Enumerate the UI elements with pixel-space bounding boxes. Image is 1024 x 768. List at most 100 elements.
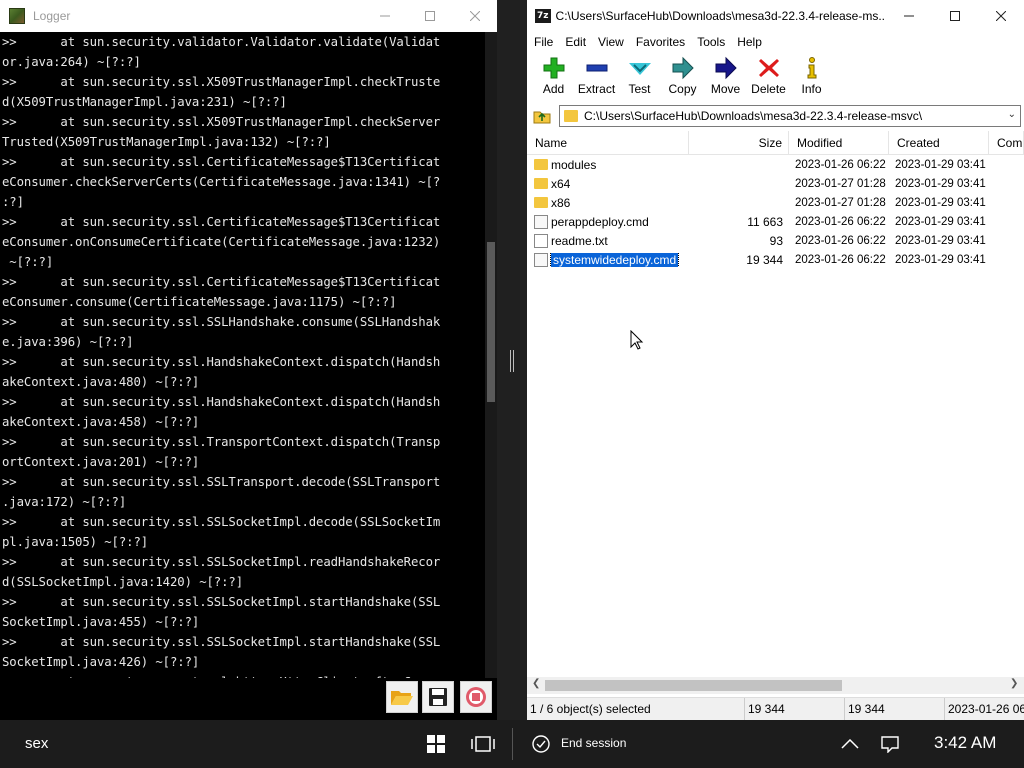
save-icon xyxy=(429,688,447,706)
up-folder-button[interactable] xyxy=(531,105,553,127)
log-line: >> at sun.security.ssl.SSLSocketImpl.dec… xyxy=(2,515,441,529)
log-line: >> at sun.security.ssl.HandshakeContext.… xyxy=(2,395,441,409)
log-line: ~[?:?] xyxy=(2,255,54,269)
chevron-down-icon[interactable]: ⌄ xyxy=(1008,109,1016,120)
hscroll-thumb[interactable] xyxy=(545,680,842,691)
log-line: eConsumer.consume(CertificateMessage.jav… xyxy=(2,295,397,309)
start-button[interactable] xyxy=(424,732,448,756)
column-created[interactable]: Created xyxy=(889,131,989,155)
console-scroll-thumb[interactable] xyxy=(487,242,495,402)
stop-icon xyxy=(466,687,486,707)
move-button[interactable]: Move xyxy=(704,56,747,102)
folder-icon xyxy=(534,178,548,189)
delete-x-icon xyxy=(758,59,779,77)
log-console[interactable]: >> at sun.security.validator.Validator.v… xyxy=(0,32,485,678)
file-row[interactable]: perappdeploy.cmd 11 663 2023-01-26 06:22 20… xyxy=(527,212,1024,231)
delete-button[interactable]: Delete xyxy=(747,56,790,102)
info-button[interactable]: Info xyxy=(790,56,833,102)
path-combobox[interactable]: C:\Users\SurfaceHub\Downloads\mesa3d-22.… xyxy=(559,105,1021,127)
menu-help[interactable]: Help xyxy=(731,35,768,49)
file-modified: 2023-01-26 06:22 xyxy=(795,234,886,247)
task-view-icon xyxy=(471,736,495,752)
log-line: akeContext.java:458) ~[?:?] xyxy=(2,415,200,429)
column-comment[interactable]: Com xyxy=(989,131,1024,155)
close-icon xyxy=(996,11,1006,21)
menu-tools[interactable]: Tools xyxy=(691,35,731,49)
file-list-hscrollbar[interactable]: ❮ ❯ xyxy=(527,677,1024,694)
open-folder-button[interactable] xyxy=(386,681,418,713)
move-arrow-icon xyxy=(715,56,737,80)
user-name[interactable]: sex xyxy=(25,735,48,752)
menu-view[interactable]: View xyxy=(592,35,630,49)
folder-icon xyxy=(564,110,578,122)
stop-button[interactable] xyxy=(460,681,492,713)
file-name-cell: perappdeploy.cmd xyxy=(527,214,689,229)
file-row[interactable]: systemwidedeploy.cmd 19 344 2023-01-26 06:… xyxy=(527,250,1024,269)
file-modified: 2023-01-26 06:22 xyxy=(795,253,886,266)
maximize-button[interactable] xyxy=(932,0,978,32)
close-button[interactable] xyxy=(978,0,1024,32)
log-line: >> at sun.security.ssl.X509TrustManagerI… xyxy=(2,115,441,129)
logger-toolbar xyxy=(0,678,497,720)
logger-titlebar[interactable]: Logger xyxy=(0,0,497,32)
close-icon xyxy=(469,11,480,21)
file-row[interactable]: readme.txt 93 2023-01-26 06:22 2023-01-29 0… xyxy=(527,231,1024,250)
taskbar: sex End session 3:42 AM xyxy=(0,720,1024,768)
status-date: 2023-01-26 06: xyxy=(948,701,1024,716)
minimize-button[interactable] xyxy=(886,0,932,32)
splitter-grip-icon[interactable] xyxy=(510,350,514,372)
column-size[interactable]: Size xyxy=(689,131,789,155)
file-row[interactable]: x64 2023-01-27 01:28 2023-01-29 03:41 xyxy=(527,174,1024,193)
scroll-right-icon[interactable]: ❯ xyxy=(1010,678,1018,689)
log-line: SocketImpl.java:426) ~[?:?] xyxy=(2,655,200,669)
console-scrollbar[interactable] xyxy=(485,32,497,678)
column-modified[interactable]: Modified xyxy=(789,131,889,155)
add-button[interactable]: Add xyxy=(532,56,575,102)
file-list[interactable]: Name Size Modified Created Com modules 20… xyxy=(527,131,1024,677)
test-button[interactable]: Test xyxy=(618,56,661,102)
close-button[interactable] xyxy=(452,0,497,32)
extract-button[interactable]: Extract xyxy=(575,56,618,102)
system-tray-button[interactable] xyxy=(838,732,862,756)
file-name: systemwidedeploy.cmd xyxy=(549,252,680,267)
log-line: >> at sun.security.ssl.SSLSocketImpl.sta… xyxy=(2,595,441,609)
file-name: modules xyxy=(551,157,597,172)
window-splitter[interactable] xyxy=(497,0,527,720)
windows-start-icon xyxy=(427,735,445,753)
folder-up-icon xyxy=(533,111,551,124)
info-label: Info xyxy=(801,82,822,96)
menu-file[interactable]: File xyxy=(528,35,559,49)
task-view-button[interactable] xyxy=(471,732,495,756)
minimize-icon xyxy=(379,15,390,17)
end-session-button[interactable]: End session xyxy=(561,736,626,750)
path-text: C:\Users\SurfaceHub\Downloads\mesa3d-22.… xyxy=(584,109,923,123)
file-row[interactable]: x86 2023-01-27 01:28 2023-01-29 03:41 xyxy=(527,193,1024,212)
copy-button[interactable]: Copy xyxy=(661,56,704,102)
check-icon xyxy=(628,63,651,75)
check-circle-icon xyxy=(532,735,550,753)
file-list-header: Name Size Modified Created Com xyxy=(527,131,1024,155)
minimize-button[interactable] xyxy=(362,0,407,32)
clock[interactable]: 3:42 AM xyxy=(934,733,996,753)
7zip-titlebar[interactable]: 7z C:\Users\SurfaceHub\Downloads\mesa3d-… xyxy=(527,0,1024,32)
notifications-button[interactable] xyxy=(878,732,902,756)
end-session-icon-wrap[interactable] xyxy=(529,732,553,756)
maximize-button[interactable] xyxy=(407,0,452,32)
scroll-left-icon[interactable]: ❮ xyxy=(532,678,540,689)
status-selection: 1 / 6 object(s) selected xyxy=(527,697,745,721)
menu-edit[interactable]: Edit xyxy=(559,35,592,49)
maximize-icon xyxy=(950,11,960,21)
file-created: 2023-01-29 03:41 xyxy=(895,253,986,266)
file-icon xyxy=(534,233,548,248)
file-created: 2023-01-29 03:41 xyxy=(895,215,986,228)
save-log-button[interactable] xyxy=(422,681,454,713)
log-line: .java:172) ~[?:?] xyxy=(2,495,127,509)
column-name[interactable]: Name xyxy=(527,131,689,155)
file-created: 2023-01-29 03:41 xyxy=(895,196,986,209)
file-modified: 2023-01-27 01:28 xyxy=(795,177,886,190)
file-name-cell: modules xyxy=(527,158,689,172)
7zip-app-icon: 7z xyxy=(535,9,551,23)
status-bar: 1 / 6 object(s) selected 19 344 19 344 2… xyxy=(527,697,1024,721)
menu-favorites[interactable]: Favorites xyxy=(630,35,691,49)
file-row[interactable]: modules 2023-01-26 06:22 2023-01-29 03:41 xyxy=(527,155,1024,174)
